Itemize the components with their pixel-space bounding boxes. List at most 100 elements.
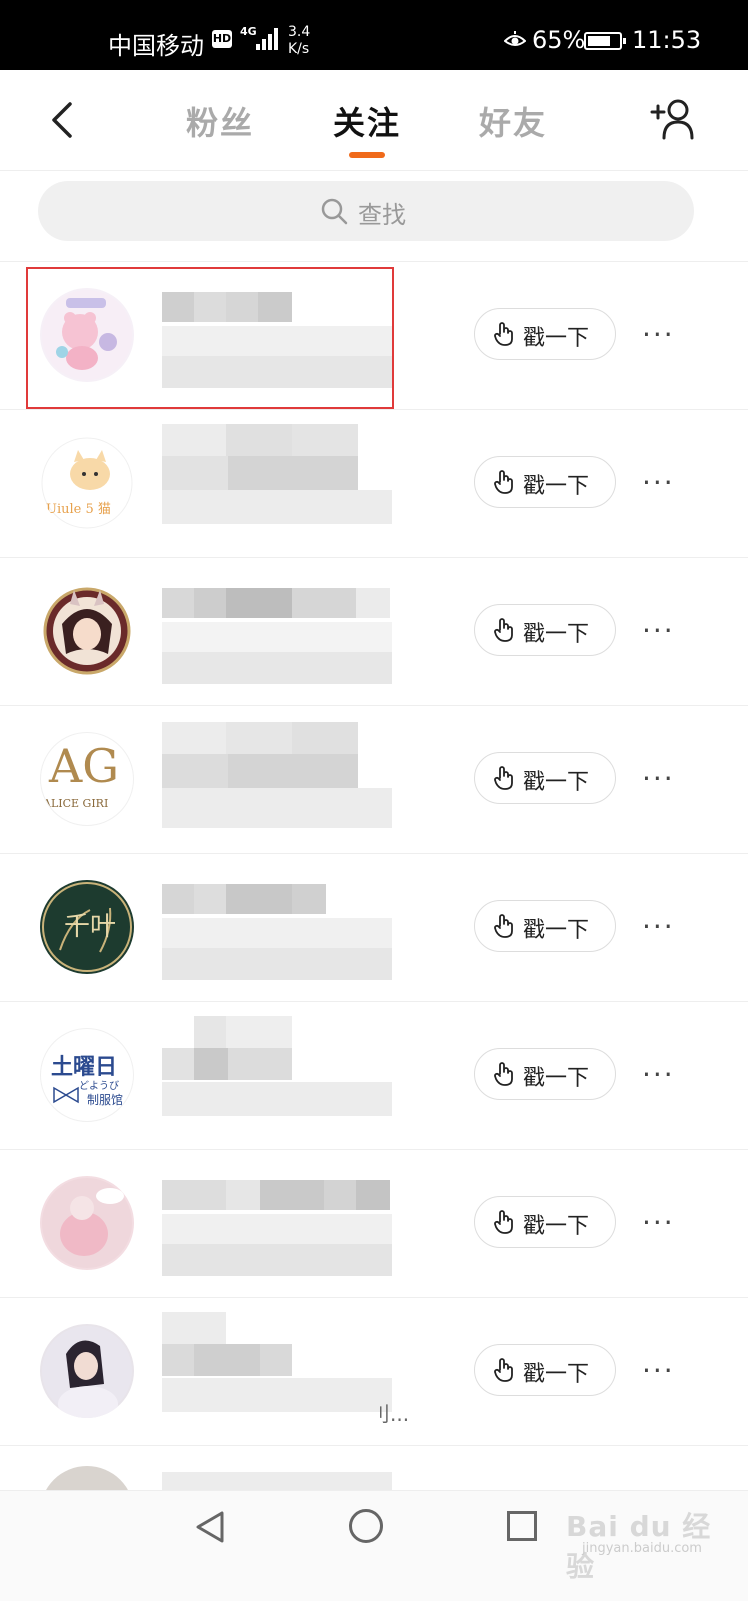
active-tab-indicator — [349, 152, 385, 158]
more-options-button[interactable]: ··· — [642, 764, 686, 794]
list-item[interactable]: 土曜日 どようび 制服馆 戳一下 ··· — [0, 1002, 748, 1150]
tab-friends[interactable]: 好友 — [479, 98, 547, 144]
speed-value: 3.4 — [288, 24, 311, 40]
anime-girl-avatar-icon — [43, 587, 131, 675]
list-item[interactable]: AG ALICE GIRI 戳一下 ··· — [0, 706, 748, 854]
bio-blurred — [162, 788, 392, 828]
truncated-bio-text: 刂... — [370, 1402, 410, 1426]
bio-blurred — [162, 918, 392, 980]
poke-label: 戳一下 — [523, 1362, 590, 1387]
more-options-button[interactable]: ··· — [642, 468, 686, 498]
username-blurred — [162, 1180, 392, 1210]
list-item[interactable]: 刂... 戳一下 ··· — [0, 1298, 748, 1446]
poke-button[interactable]: 戳一下 — [474, 604, 616, 656]
pointing-hand-icon — [494, 1358, 513, 1382]
username-blurred — [162, 1016, 392, 1080]
pointing-hand-icon — [494, 618, 513, 642]
user-avatar[interactable] — [40, 1176, 134, 1270]
username-blurred — [162, 424, 392, 490]
poke-button[interactable]: 戳一下 — [474, 752, 616, 804]
pointing-hand-icon — [494, 1210, 513, 1234]
highlight-box — [26, 267, 394, 409]
search-icon — [321, 198, 348, 225]
baidu-watermark: Bai du 经验 jingyan.baidu.com — [560, 1497, 740, 1583]
hd-badge: HD — [212, 30, 232, 48]
nav-home-icon[interactable] — [349, 1509, 383, 1543]
username-blurred — [162, 884, 392, 914]
user-avatar[interactable]: Uiule 5 猫 — [40, 436, 134, 530]
poke-label: 戳一下 — [523, 918, 590, 943]
user-avatar[interactable]: 千叶 — [40, 880, 134, 974]
more-options-button[interactable]: ··· — [642, 1356, 686, 1386]
poke-label: 戳一下 — [523, 622, 590, 647]
speed-unit: K/s — [288, 41, 310, 57]
poke-label: 戳一下 — [523, 474, 590, 499]
poke-button[interactable]: 戳一下 — [474, 308, 616, 360]
add-friend-icon[interactable] — [650, 98, 696, 140]
username-blurred — [162, 1312, 392, 1376]
signal-icon — [256, 28, 278, 50]
bio-blurred — [162, 622, 392, 684]
pointing-hand-icon — [494, 322, 513, 346]
avatar-logo-subtext-2: 制服馆 — [87, 1093, 124, 1107]
search-input[interactable]: 查找 — [38, 181, 694, 241]
back-arrow-icon[interactable] — [46, 100, 86, 140]
list-item[interactable]: 戳一下 ··· — [0, 558, 748, 706]
battery-percent: 65% — [532, 26, 586, 54]
poke-button[interactable]: 戳一下 — [474, 1344, 616, 1396]
pointing-hand-icon — [494, 470, 513, 494]
poke-button[interactable]: 戳一下 — [474, 900, 616, 952]
pointing-hand-icon — [494, 914, 513, 938]
tab-following[interactable]: 关注 — [333, 98, 401, 144]
system-nav-bar: Bai du 经验 jingyan.baidu.com — [0, 1490, 748, 1601]
avatar-logo-text: Uiule 5 猫 — [46, 502, 111, 517]
list-item[interactable]: 戳一下 ··· — [0, 1150, 748, 1298]
more-options-button[interactable]: ··· — [642, 320, 686, 350]
more-options-button[interactable]: ··· — [642, 912, 686, 942]
pointing-hand-icon — [494, 1062, 513, 1086]
network-speed: 3.4 K/s — [288, 24, 310, 58]
poke-label: 戳一下 — [523, 770, 590, 795]
avatar-logo-text: 千叶 — [64, 912, 117, 942]
more-options-button[interactable]: ··· — [642, 1208, 686, 1238]
nav-recent-apps-icon[interactable] — [507, 1511, 537, 1541]
poke-button[interactable]: 戳一下 — [474, 1048, 616, 1100]
following-list: 戳一下 ··· Uiule 5 猫 戳一下 ··· 戳一下 ··· AG ALI… — [0, 262, 748, 1560]
bio-blurred — [162, 1214, 392, 1276]
user-avatar[interactable]: AG ALICE GIRI — [40, 732, 134, 826]
username-blurred — [162, 588, 392, 618]
status-bar: 中国移动 HD 4G 3.4 K/s 65% 11:53 — [0, 0, 748, 70]
avatar-logo-subtext: どようび — [79, 1081, 119, 1092]
girl-photo-avatar-icon — [42, 1326, 132, 1418]
more-options-button[interactable]: ··· — [642, 616, 686, 646]
nav-back-icon[interactable] — [192, 1509, 228, 1545]
pointing-hand-icon — [494, 766, 513, 790]
poke-button[interactable]: 戳一下 — [474, 456, 616, 508]
avatar-logo-text: AG — [49, 739, 119, 793]
user-avatar[interactable] — [40, 1324, 134, 1418]
username-blurred — [162, 722, 392, 788]
user-avatar[interactable] — [40, 584, 134, 678]
poke-button[interactable]: 戳一下 — [474, 1196, 616, 1248]
carrier-name: 中国移动 — [108, 32, 204, 60]
search-placeholder: 查找 — [358, 201, 406, 229]
watermark-url: jingyan.baidu.com — [582, 1541, 702, 1556]
bow-icon — [53, 1086, 79, 1104]
eye-comfort-icon — [504, 31, 526, 46]
clock: 11:53 — [632, 26, 702, 54]
poke-label: 戳一下 — [523, 326, 590, 351]
user-avatar[interactable]: 土曜日 どようび 制服馆 — [40, 1028, 134, 1122]
list-item[interactable]: 千叶 戳一下 ··· — [0, 854, 748, 1002]
battery-icon — [584, 32, 626, 50]
avatar-logo-subtext: ALICE GIRI — [43, 797, 109, 810]
pink-doll-avatar-icon — [42, 1178, 132, 1268]
more-options-button[interactable]: ··· — [642, 1060, 686, 1090]
list-item[interactable]: 戳一下 ··· — [0, 262, 748, 410]
poke-label: 戳一下 — [523, 1066, 590, 1091]
top-nav: 粉丝 关注 好友 — [0, 70, 748, 171]
search-section: 查找 — [0, 171, 748, 262]
tab-fans[interactable]: 粉丝 — [186, 98, 254, 144]
list-item[interactable]: Uiule 5 猫 戳一下 ··· — [0, 410, 748, 558]
bio-blurred — [162, 490, 392, 524]
bio-blurred — [162, 1082, 392, 1116]
